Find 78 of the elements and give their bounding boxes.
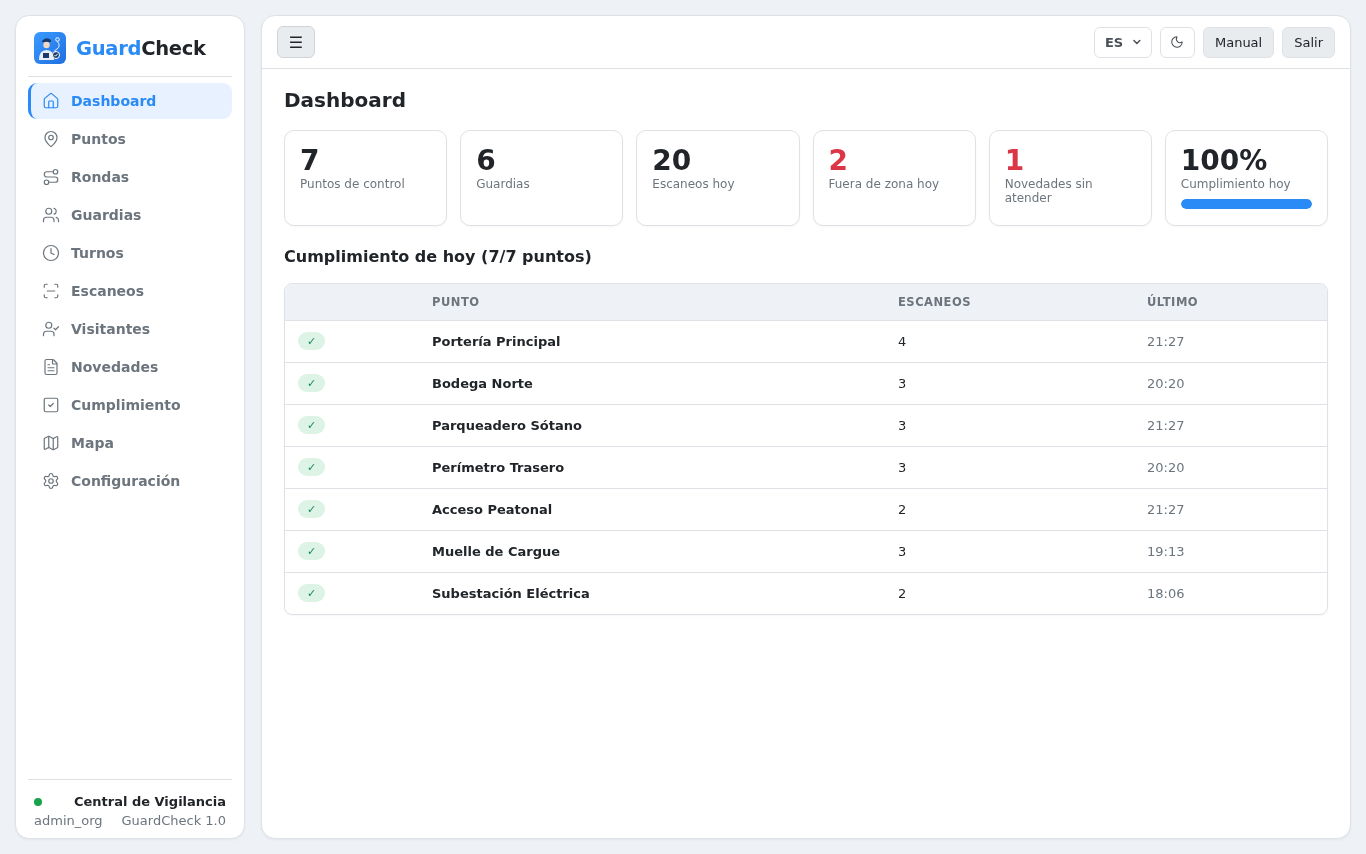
nav-item[interactable]: Visitantes	[28, 311, 232, 347]
table-cell: 19:13	[1134, 530, 1327, 572]
status-badge: ✓	[298, 332, 325, 350]
logout-button[interactable]: Salir	[1282, 26, 1335, 58]
status-badge: ✓	[298, 416, 325, 434]
table-cell: Muelle de Cargue	[419, 530, 885, 572]
nav-item[interactable]: Configuración	[28, 463, 232, 499]
table-cell: Parqueadero Sótano	[419, 404, 885, 446]
table-cell: Acceso Peatonal	[419, 488, 885, 530]
table-cell: 3	[885, 530, 1134, 572]
stat-label: Novedades sin atender	[1004, 177, 1094, 205]
table-cell: Bodega Norte	[419, 362, 885, 404]
nav-item[interactable]: Puntos	[28, 121, 232, 157]
status-badge: ✓	[298, 584, 325, 603]
stat-label: Cumplimiento hoy	[1180, 177, 1291, 191]
nav-item[interactable]: Novedades	[28, 349, 232, 385]
table-cell: 21:27	[1134, 404, 1327, 446]
status-badge: ✓	[298, 374, 325, 392]
users-icon	[42, 206, 60, 224]
status-badge: ✓	[298, 500, 325, 518]
table-cell: 20:20	[1134, 362, 1327, 404]
username: admin_org	[34, 813, 103, 828]
table-cell: 2	[885, 488, 1134, 530]
table-cell: 3	[885, 446, 1134, 488]
table-cell: 21:27	[1134, 320, 1327, 362]
table-cell: 20:20	[1134, 446, 1327, 488]
nav-item[interactable]: Cumplimiento	[28, 387, 232, 423]
column-header: ÚLTIMO	[1134, 284, 1327, 320]
nav-item[interactable]: Dashboard	[28, 83, 232, 119]
moon-icon	[1170, 35, 1185, 49]
document-icon	[42, 358, 60, 376]
page-title: Dashboard	[284, 88, 407, 112]
menu-button[interactable]: ☰	[277, 26, 315, 58]
nav-item[interactable]: Guardias	[28, 197, 232, 233]
table-cell: 3	[885, 362, 1134, 404]
stat-label: Fuera de zona hoy	[828, 177, 940, 191]
stat-value: 1	[1004, 145, 1025, 177]
org-name: Central de Vigilancia	[73, 794, 226, 809]
app-version: GuardCheck 1.0	[121, 813, 226, 828]
column-header: ESCANEOS	[885, 284, 1134, 320]
stat-value: 6	[476, 145, 496, 177]
nav-item[interactable]: Rondas	[28, 159, 232, 195]
house-icon	[42, 92, 60, 110]
column-header: PUNTO	[419, 284, 885, 320]
settings-icon	[42, 472, 60, 490]
manual-button[interactable]: Manual	[1202, 26, 1275, 58]
route-icon	[42, 168, 60, 186]
stat-value: 7	[300, 145, 320, 177]
table-cell: 4	[885, 320, 1134, 362]
stat-value: 2	[828, 145, 848, 177]
language-select[interactable]: ES	[1093, 26, 1152, 58]
stat-label: Escaneos hoy	[652, 177, 735, 191]
status-badge: ✓	[298, 542, 325, 560]
stat-label: Puntos de control	[300, 177, 405, 191]
table-cell: Subestación Eléctrica	[419, 572, 885, 614]
table-cell: Perímetro Trasero	[419, 446, 885, 488]
nav-item[interactable]: Turnos	[28, 235, 232, 271]
scan-icon	[42, 282, 60, 300]
map-pin-icon	[42, 130, 60, 148]
nav-item[interactable]: Mapa	[28, 425, 232, 461]
section-title: Cumplimiento de hoy (7/7 puntos)	[284, 247, 593, 267]
table-cell: 3	[885, 404, 1134, 446]
clock-icon	[42, 244, 60, 262]
stat-label: Guardias	[476, 177, 530, 191]
table-cell: 21:27	[1134, 488, 1327, 530]
status-badge: ✓	[298, 458, 325, 476]
nav-item[interactable]: Escaneos	[28, 273, 232, 309]
checkbox-icon	[42, 396, 60, 414]
table-cell: 18:06	[1134, 572, 1327, 614]
brand-title: GuardCheck	[76, 36, 206, 60]
table-cell: Portería Principal	[419, 320, 885, 362]
theme-toggle-button[interactable]	[1159, 26, 1195, 58]
user-check-icon	[42, 320, 60, 338]
map-icon	[42, 434, 60, 452]
stat-value: 20	[652, 145, 692, 177]
guard-logo-icon	[34, 32, 66, 64]
table-cell: 2	[885, 572, 1134, 614]
stat-value: 100%	[1180, 145, 1268, 177]
